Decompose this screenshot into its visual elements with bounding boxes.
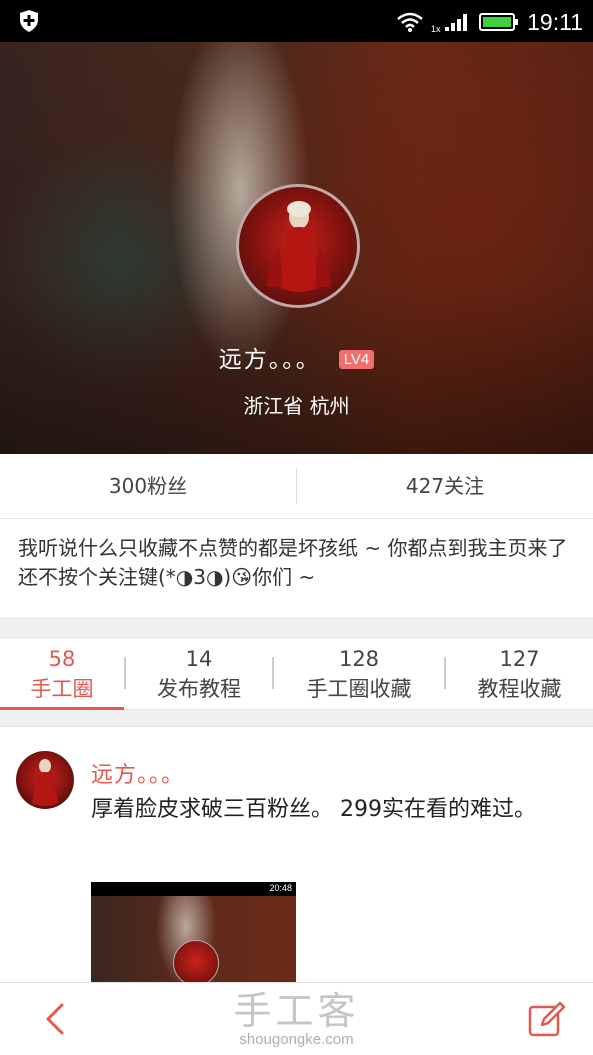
thumb-avatar [173,940,219,982]
tab-label: 手工圈 [30,677,94,701]
thumb-status-bar: 20:48 [91,882,296,896]
doll-figure [267,201,331,292]
thumb-time: 20:48 [269,883,292,893]
status-bar: 1x 19:11 [0,0,593,42]
section-divider [0,710,593,727]
post-author-name[interactable]: 远方。。。 [91,757,184,789]
section-divider [0,618,593,638]
profile-header: 远方。。。 LV4 浙江省 杭州 [0,42,593,454]
profile-tabs: 58 手工圈 14 发布教程 128 手工圈收藏 127 教程收藏 [0,637,593,710]
post-image[interactable]: 20:48 [91,882,296,982]
following-count[interactable]: 427关注 [297,454,593,518]
username-row: 远方。。。 LV4 [0,340,593,374]
follow-stats: 300粉丝 427关注 [0,454,593,519]
status-time: 19:11 [527,8,583,35]
tab-count: 127 [499,647,540,671]
bottom-toolbar [0,982,593,1055]
tab-handcraft-circle[interactable]: 58 手工圈 [0,637,124,710]
tab-count: 128 [338,647,380,671]
battery-icon [479,13,519,31]
tab-published-tutorials[interactable]: 14 发布教程 [126,637,272,709]
signal-icon: 1x [431,14,468,33]
profile-avatar[interactable] [236,184,360,308]
followers-count[interactable]: 300粉丝 [0,454,296,518]
tab-label: 发布教程 [157,677,241,701]
tab-tutorial-favorites[interactable]: 127 教程收藏 [446,637,593,709]
wifi-icon [397,12,423,32]
post-text: 厚着脸皮求破三百粉丝。 299实在看的难过。 [91,797,536,822]
tab-label: 教程收藏 [477,677,562,701]
post-author-avatar[interactable] [16,751,74,809]
username: 远方。。。 [218,347,321,373]
level-badge: LV4 [338,350,375,369]
network-type-label: 1x [431,24,441,33]
doll-figure [32,759,58,806]
tab-count: 14 [185,647,213,671]
tab-count: 58 [48,647,76,671]
shield-icon [20,10,38,32]
user-location: 浙江省 杭州 [243,394,350,418]
user-bio: 我听说什么只收藏不点赞的都是坏孩纸 ~ 你都点到我主页来了还不按个关注键(*◑3… [18,536,568,589]
tab-circle-favorites[interactable]: 128 手工圈收藏 [274,637,444,709]
edit-icon[interactable] [528,1001,566,1039]
tab-label: 手工圈收藏 [306,677,412,701]
back-arrow-icon[interactable] [38,1001,72,1037]
